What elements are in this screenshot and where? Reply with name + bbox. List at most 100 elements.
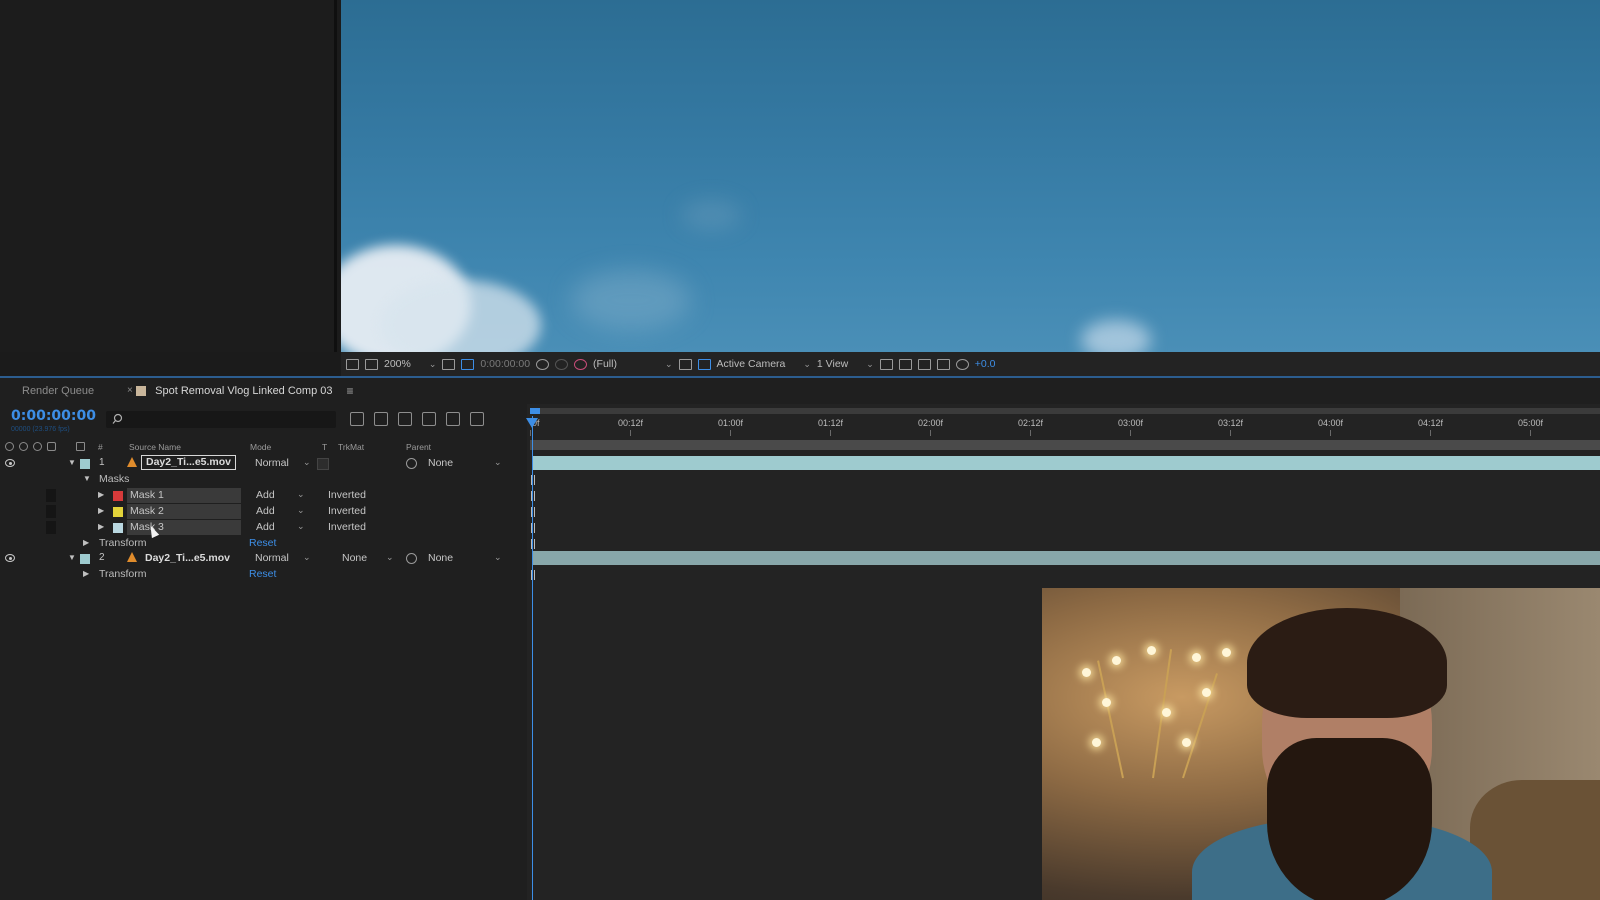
motion-blur-icon[interactable] [446, 412, 460, 426]
panel-divider[interactable] [334, 0, 337, 352]
layer-label-swatch[interactable] [80, 554, 90, 564]
expand-triangle-icon[interactable]: ▶ [98, 522, 104, 531]
layer-bar-2[interactable] [533, 551, 1600, 565]
mask-name[interactable]: Mask 2 [127, 504, 241, 519]
time-navigator[interactable] [530, 440, 1600, 450]
column-trkmat[interactable]: TrkMat [338, 442, 364, 452]
mask-color-swatch[interactable] [113, 507, 123, 517]
mask-mode[interactable]: Add [256, 489, 275, 501]
expand-triangle-icon[interactable]: ▶ [83, 538, 89, 547]
mask-name[interactable]: Mask 1 [127, 488, 241, 503]
comp-mini-flowchart-icon[interactable] [350, 412, 364, 426]
mask-row-3[interactable]: ▶ Mask 3 Add ⌄ Inverted [0, 520, 527, 536]
shy-layers-icon[interactable] [398, 412, 412, 426]
layer-mode[interactable]: Normal [255, 457, 289, 469]
monitor-icon[interactable] [365, 358, 378, 370]
safe-zones-icon[interactable] [442, 358, 456, 370]
expand-triangle-icon[interactable]: ▶ [98, 490, 104, 499]
composition-viewer[interactable] [341, 0, 1600, 352]
work-area-bar[interactable] [530, 408, 1600, 414]
exposure-value[interactable]: +0.0 [975, 358, 996, 370]
lock-cell[interactable] [46, 489, 56, 502]
parent-value[interactable]: None [428, 552, 453, 564]
transparency-grid-icon[interactable] [697, 358, 711, 370]
audio-toggle-icon[interactable] [19, 442, 28, 451]
fast-previews-icon[interactable] [898, 358, 912, 370]
timeline-icon[interactable] [917, 358, 931, 370]
reset-exposure-icon[interactable] [955, 358, 969, 370]
mask-mode[interactable]: Add [256, 521, 275, 533]
layer-row-2[interactable]: ▼ 2 Day2_Ti...e5.mov Normal ⌄ None ⌄ Non… [0, 551, 527, 567]
reset-link[interactable]: Reset [249, 537, 276, 549]
parent-pick-whip-icon[interactable] [406, 458, 417, 469]
trkmat-toggle[interactable] [317, 458, 329, 470]
solo-toggle-icon[interactable] [33, 442, 42, 451]
eye-icon[interactable] [5, 554, 15, 562]
transform-row-2[interactable]: ▶ Transform Reset [0, 567, 527, 583]
column-source-name[interactable]: Source Name [129, 442, 181, 452]
tab-comp[interactable]: Spot Removal Vlog Linked Comp 03 ≡ [116, 378, 375, 404]
view-layout-dropdown[interactable]: 1 View ⌄ [817, 358, 874, 370]
mask-row-1[interactable]: ▶ Mask 1 Add ⌄ Inverted [0, 488, 527, 504]
tab-render-queue[interactable]: Render Queue [0, 378, 116, 404]
trkmat-value[interactable]: None [342, 552, 367, 564]
layer-search-input[interactable] [106, 411, 336, 428]
camera-icon[interactable] [536, 358, 550, 370]
lock-icon[interactable] [47, 442, 56, 451]
always-preview-icon[interactable] [346, 358, 359, 370]
ruler-tick-label: 01:00f [718, 418, 744, 428]
graph-editor-icon[interactable] [470, 412, 484, 426]
column-parent[interactable]: Parent [406, 442, 431, 452]
transform-row-1[interactable]: ▶ Transform Reset [0, 536, 527, 552]
video-toggle-icon[interactable] [5, 442, 14, 451]
viewer-timecode[interactable]: 0:00:00:00 [480, 358, 530, 370]
eye-icon[interactable] [5, 459, 15, 467]
mask-color-swatch[interactable] [113, 523, 123, 533]
draft-3d-icon[interactable] [374, 412, 388, 426]
mask-row-2[interactable]: ▶ Mask 2 Add ⌄ Inverted [0, 504, 527, 520]
column-mode[interactable]: Mode [250, 442, 271, 452]
label-tag-icon[interactable] [76, 442, 85, 451]
playhead-handle[interactable] [526, 418, 538, 428]
lock-cell[interactable] [46, 521, 56, 534]
expand-triangle-icon[interactable]: ▼ [68, 553, 76, 562]
mask-inverted-label[interactable]: Inverted [328, 505, 366, 517]
layer-label-swatch[interactable] [80, 459, 90, 469]
mask-mode[interactable]: Add [256, 505, 275, 517]
layer-name[interactable]: Day2_Ti...e5.mov [141, 455, 237, 470]
flowchart-icon[interactable] [936, 358, 950, 370]
layer-mode[interactable]: Normal [255, 552, 289, 564]
lamp-stem [1182, 673, 1218, 779]
zoom-dropdown[interactable]: 200% ⌄ [384, 358, 436, 370]
lock-cell[interactable] [46, 505, 56, 518]
masks-group-row[interactable]: ▼ Masks [0, 472, 527, 488]
parent-pick-whip-icon[interactable] [406, 553, 417, 564]
expand-triangle-icon[interactable]: ▼ [68, 458, 76, 467]
layer-row-1[interactable]: ▼ 1 Day2_Ti...e5.mov Normal ⌄ None ⌄ [0, 455, 527, 472]
mask-color-swatch[interactable] [113, 491, 123, 501]
color-channel-icon[interactable] [574, 358, 588, 370]
expand-triangle-icon[interactable]: ▶ [83, 569, 89, 578]
region-of-interest-icon[interactable] [678, 358, 692, 370]
layer-bar-1[interactable] [533, 456, 1600, 470]
layer-name[interactable]: Day2_Ti...e5.mov [145, 552, 230, 564]
expand-triangle-icon[interactable]: ▶ [98, 506, 104, 515]
toggle-pixel-aspect-icon[interactable] [879, 358, 893, 370]
reset-link[interactable]: Reset [249, 568, 276, 580]
mask-name[interactable]: Mask 3 [127, 520, 241, 535]
parent-value[interactable]: None [428, 457, 453, 469]
mask-inverted-label[interactable]: Inverted [328, 521, 366, 533]
mask-inverted-label[interactable]: Inverted [328, 489, 366, 501]
chevron-down-icon: ⌄ [494, 457, 502, 467]
current-time-display[interactable]: 0:00:00:00 [11, 408, 96, 424]
mask-visibility-icon[interactable] [461, 358, 475, 370]
expand-triangle-icon[interactable]: ▼ [83, 474, 91, 483]
work-area-start-handle[interactable] [530, 408, 540, 414]
column-t[interactable]: T [322, 442, 327, 452]
camera-dropdown[interactable]: Active Camera ⌄ [717, 358, 811, 370]
frame-blending-icon[interactable] [422, 412, 436, 426]
playhead-line[interactable] [532, 416, 533, 900]
resolution-dropdown[interactable]: (Full) ⌄ [593, 358, 672, 370]
panel-menu-icon[interactable]: ≡ [347, 384, 354, 398]
show-channel-icon[interactable] [555, 358, 569, 370]
